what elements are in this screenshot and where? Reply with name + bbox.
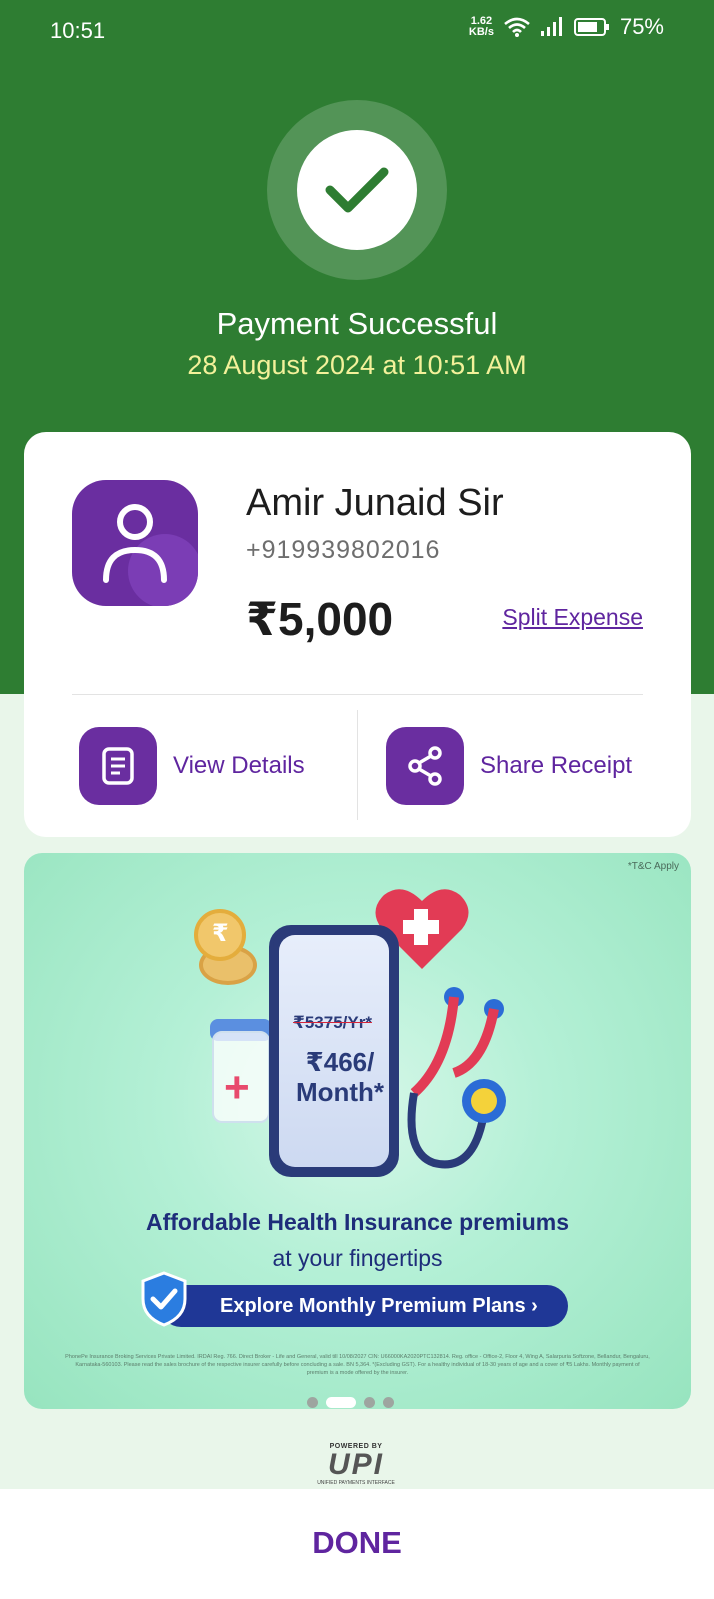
checkmark-icon xyxy=(325,167,389,213)
battery-percentage: 75% xyxy=(619,14,664,39)
vertical-divider xyxy=(357,710,358,820)
network-speed-unit: KB/s xyxy=(468,26,494,38)
banner-fine-print: PhonePe Insurance Broking Services Priva… xyxy=(65,1354,650,1376)
network-speed: 1.62 KB/s xyxy=(469,16,494,38)
payment-details-card: Amir Junaid Sir +919939802016 ₹5,000 Spl… xyxy=(24,432,691,837)
phone-screen: ₹5375/Yr* ₹466/ Month* xyxy=(279,935,389,1167)
medical-cross-icon: + xyxy=(224,1063,250,1112)
done-button[interactable]: DONE xyxy=(0,1525,714,1561)
view-details-label: View Details xyxy=(173,752,305,779)
carousel-dot[interactable] xyxy=(307,1397,318,1408)
payment-datetime: 28 August 2024 at 10:51 AM xyxy=(187,350,527,380)
upi-wordmark: UPI xyxy=(327,1448,384,1481)
share-receipt-label: Share Receipt xyxy=(480,752,633,779)
payee-name: Amir Junaid Sir xyxy=(246,482,504,524)
phone-illustration: ₹5375/Yr* ₹466/ Month* xyxy=(269,925,399,1177)
shield-check-icon xyxy=(141,1271,187,1327)
carousel-indicator[interactable] xyxy=(307,1397,394,1408)
carousel-dot[interactable] xyxy=(364,1397,375,1408)
insurance-promo-banner[interactable]: *T&C Apply ₹ + ₹5375/Yr* ₹466/ Month* Af… xyxy=(24,853,691,1409)
payment-status-title: Payment Successful xyxy=(216,306,498,341)
split-expense-link[interactable]: Split Expense xyxy=(502,604,643,631)
status-icons: 1.62 KB/s 75% xyxy=(469,14,664,40)
status-bar: 10:51 1.62 KB/s 75% xyxy=(0,0,714,64)
rupee-coin-icon: ₹ xyxy=(194,909,246,961)
payment-amount: ₹5,000 xyxy=(246,593,394,645)
share-receipt-button[interactable]: Share Receipt xyxy=(386,726,632,806)
battery-icon xyxy=(573,18,609,36)
upi-logo: POWERED BY UPI UNIFIED PAYMENTS INTERFAC… xyxy=(306,1443,406,1486)
signal-icon xyxy=(540,17,562,36)
divider xyxy=(72,694,643,695)
footer-bar: DONE xyxy=(0,1489,714,1599)
document-icon xyxy=(79,727,157,805)
user-icon xyxy=(103,504,167,583)
tnc-note: *T&C Apply xyxy=(627,861,679,872)
avatar xyxy=(72,480,198,606)
wifi-icon xyxy=(504,17,530,37)
new-price: ₹466/ Month* xyxy=(295,1047,385,1107)
carousel-dot[interactable] xyxy=(383,1397,394,1408)
success-badge xyxy=(297,130,417,250)
old-price: ₹5375/Yr* xyxy=(293,1013,372,1032)
view-details-button[interactable]: View Details xyxy=(79,726,305,806)
share-icon xyxy=(386,727,464,805)
banner-subheadline: at your fingertips xyxy=(272,1245,443,1271)
status-time: 10:51 xyxy=(50,18,106,43)
carousel-dot-active[interactable] xyxy=(326,1397,356,1408)
explore-plans-button[interactable]: Explore Monthly Premium Plans › xyxy=(160,1285,568,1327)
payee-phone: +919939802016 xyxy=(246,536,441,564)
banner-headline: Affordable Health Insurance premiums xyxy=(145,1209,570,1235)
upi-tagline: UNIFIED PAYMENTS INTERFACE xyxy=(317,1480,395,1486)
